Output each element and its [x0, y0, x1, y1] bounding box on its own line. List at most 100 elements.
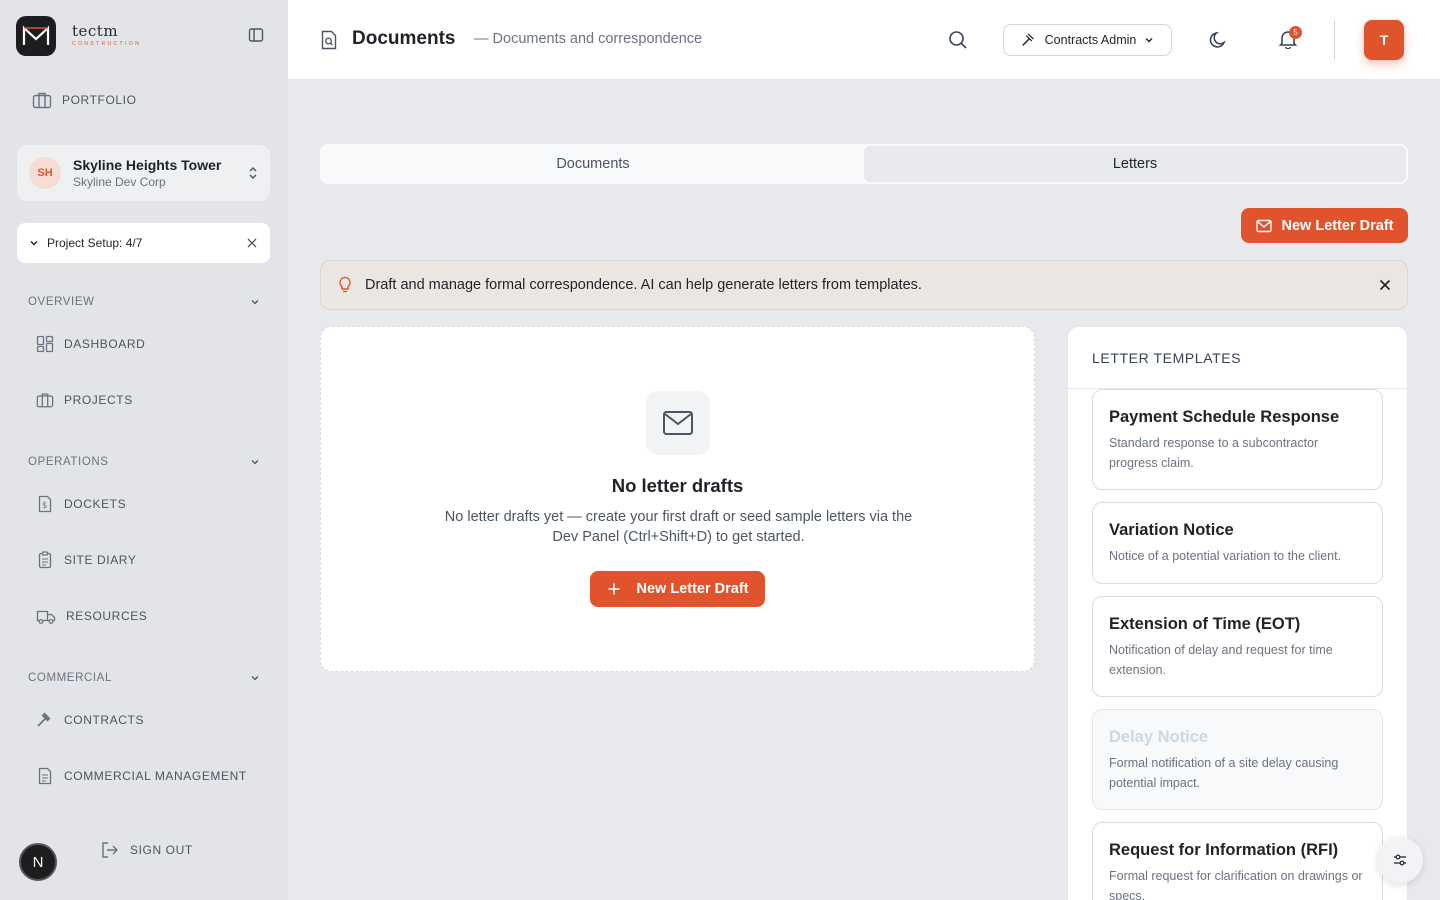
clipboard-icon — [38, 551, 52, 569]
sidebar-item-resources[interactable]: RESOURCES — [36, 607, 147, 625]
banner-text: Draft and manage formal correspondence. … — [365, 277, 922, 293]
template-card[interactable]: Variation Notice Notice of a potential v… — [1092, 502, 1383, 584]
tab-bar: Documents Letters — [320, 144, 1408, 184]
new-letter-draft-label: New Letter Draft — [1281, 217, 1394, 234]
sidebar-item-dockets[interactable]: $ DOCKETS — [36, 495, 126, 513]
dollar-doc-icon: $ — [38, 495, 52, 513]
settings-fab-button[interactable] — [1377, 837, 1423, 883]
notification-badge: 5 — [1289, 26, 1302, 39]
template-title: Extension of Time (EOT) — [1109, 615, 1301, 633]
sidebar-item-label: COMMERCIAL MANAGEMENT — [64, 769, 247, 783]
sidebar: tectm CONSTRUCTION PORTFOLIO SH Skyline … — [0, 0, 288, 900]
dev-avatar[interactable]: N — [19, 843, 57, 881]
project-org: Skyline Dev Corp — [73, 175, 166, 189]
tab-letters[interactable]: Letters — [864, 146, 1406, 182]
setup-label: Project Setup: 4/7 — [47, 236, 143, 250]
sidebar-item-commercial-management[interactable]: COMMERCIAL MANAGEMENT — [36, 767, 247, 785]
brand: tectm CONSTRUCTION — [72, 22, 141, 47]
section-operations[interactable]: OPERATIONS — [28, 456, 260, 468]
mail-icon — [1255, 219, 1272, 232]
header-divider — [1334, 20, 1335, 60]
page-title: Documents — [352, 28, 456, 49]
top-header: Documents — Documents and correspondence… — [288, 0, 1440, 80]
role-label: Contracts Admin — [1044, 33, 1137, 47]
empty-state-icon-box — [646, 391, 710, 455]
template-card[interactable]: Request for Information (RFI) Formal req… — [1092, 822, 1383, 900]
sidebar-item-portfolio[interactable]: PORTFOLIO — [32, 91, 137, 109]
sidebar-item-site-diary[interactable]: SITE DIARY — [36, 551, 136, 569]
close-icon[interactable] — [246, 237, 258, 249]
role-selector[interactable]: Contracts Admin — [1003, 24, 1172, 56]
empty-state-title: No letter drafts — [611, 475, 744, 496]
empty-state-card: No letter drafts No letter drafts yet — … — [320, 326, 1035, 672]
empty-button-label: New Letter Draft — [636, 581, 749, 597]
sidebar-item-label: DOCKETS — [64, 497, 127, 511]
chevron-up-down-icon — [249, 167, 257, 179]
briefcase-icon — [36, 393, 54, 408]
sign-out-button[interactable]: SIGN OUT — [100, 841, 193, 859]
new-letter-draft-button[interactable]: New Letter Draft — [1241, 208, 1408, 243]
search-icon[interactable] — [948, 30, 968, 50]
brand-logo[interactable] — [16, 16, 56, 56]
template-card[interactable]: Delay Notice Formal notification of a si… — [1092, 709, 1383, 810]
info-banner: Draft and manage formal correspondence. … — [320, 260, 1408, 310]
template-description: Standard response to a subcontractor pro… — [1109, 436, 1319, 470]
chevron-down-icon — [1145, 38, 1153, 43]
project-switcher[interactable]: SH Skyline Heights Tower Skyline Dev Cor… — [17, 145, 270, 201]
templates-heading: LETTER TEMPLATES — [1068, 327, 1407, 389]
section-commercial[interactable]: COMMERCIAL — [28, 672, 260, 684]
empty-new-letter-draft-button[interactable]: New Letter Draft — [590, 571, 765, 607]
logo-mark-icon — [22, 25, 50, 45]
svg-text:$: $ — [42, 501, 48, 511]
section-title: COMMERCIAL — [28, 672, 112, 684]
chevron-down-icon — [251, 460, 259, 465]
template-title: Variation Notice — [1109, 521, 1234, 539]
document-icon — [38, 767, 52, 785]
template-card[interactable]: Payment Schedule Response Standard respo… — [1092, 389, 1383, 490]
template-title: Payment Schedule Response — [1109, 408, 1340, 426]
section-title: OVERVIEW — [28, 296, 95, 308]
user-avatar[interactable]: T — [1364, 20, 1404, 60]
chevron-down-icon — [251, 300, 259, 305]
template-description: Formal notification of a site delay caus… — [1109, 756, 1339, 790]
empty-state-description: No letter drafts yet — create your first… — [444, 509, 913, 545]
document-search-icon — [321, 30, 337, 50]
template-description: Notice of a potential variation to the c… — [1109, 549, 1342, 563]
project-name: Skyline Heights Tower — [73, 157, 222, 173]
section-overview[interactable]: OVERVIEW — [28, 296, 260, 308]
template-description: Notification of delay and request for ti… — [1109, 643, 1333, 677]
sidebar-item-label: CONTRACTS — [64, 713, 145, 727]
sidebar-item-projects[interactable]: PROJECTS — [36, 391, 133, 409]
sidebar-item-label: DASHBOARD — [64, 337, 146, 351]
chevron-down-icon — [251, 676, 259, 681]
lightbulb-icon — [339, 276, 351, 293]
template-title: Delay Notice — [1109, 728, 1209, 746]
moon-icon[interactable] — [1208, 30, 1228, 50]
template-card[interactable]: Extension of Time (EOT) Notification of … — [1092, 596, 1383, 697]
section-title: OPERATIONS — [28, 456, 109, 468]
sidebar-toggle-button[interactable] — [248, 27, 266, 45]
template-description: Formal request for clarification on draw… — [1109, 869, 1363, 900]
sidebar-item-label: SITE DIARY — [64, 553, 137, 567]
sidebar-toggle-icon — [248, 28, 264, 42]
sign-out-label: SIGN OUT — [130, 843, 193, 857]
dashboard-icon — [36, 335, 54, 353]
tab-documents[interactable]: Documents — [322, 146, 864, 182]
sidebar-item-contracts[interactable]: CONTRACTS — [36, 711, 144, 729]
sign-out-icon — [102, 842, 118, 858]
briefcase-icon — [32, 92, 52, 109]
gavel-icon — [37, 712, 51, 727]
gavel-icon — [1021, 33, 1034, 46]
sliders-icon — [1394, 854, 1406, 866]
project-setup-progress[interactable]: Project Setup: 4/7 — [17, 223, 270, 263]
chevron-down-icon — [30, 241, 38, 246]
mail-icon — [663, 411, 693, 435]
sidebar-item-label: PROJECTS — [64, 393, 133, 407]
plus-icon — [608, 583, 619, 595]
brand-tagline: CONSTRUCTION — [72, 41, 142, 47]
close-icon[interactable] — [1379, 279, 1391, 291]
template-title: Request for Information (RFI) — [1109, 841, 1339, 859]
sidebar-item-label: RESOURCES — [66, 609, 148, 623]
sidebar-item-dashboard[interactable]: DASHBOARD — [36, 335, 145, 353]
brand-name: tectm — [72, 22, 119, 40]
